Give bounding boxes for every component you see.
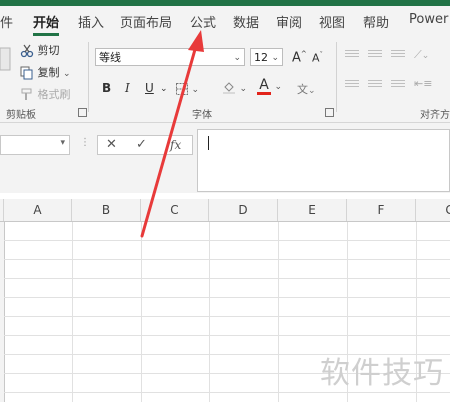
gridline	[4, 297, 450, 298]
gridline	[4, 259, 450, 260]
tab-help[interactable]: 帮助	[363, 12, 389, 31]
border-icon	[176, 83, 188, 95]
formula-bar-row: ▾ ⋮ ✕ ✓ fx	[0, 123, 450, 193]
tab-view[interactable]: 视图	[319, 12, 345, 31]
cancel-icon[interactable]: ✕	[106, 137, 117, 152]
gridline	[72, 222, 73, 402]
borders-button[interactable]: ⌄	[176, 82, 199, 95]
align-bottom-icon[interactable]	[391, 50, 405, 60]
group-separator	[88, 42, 89, 112]
column-header-a[interactable]: A	[4, 199, 72, 221]
gridline	[4, 316, 450, 317]
format-painter-label: 格式刷	[37, 88, 71, 101]
watermark-text: 软件技巧	[320, 356, 444, 391]
copy-label: 复制	[37, 66, 60, 79]
resize-handle-icon[interactable]: ⋮	[80, 137, 90, 148]
font-color-icon: A	[257, 78, 271, 95]
orientation-icon[interactable]: ⟋⌄	[414, 48, 429, 62]
brush-icon	[21, 88, 32, 100]
scissors-icon	[20, 44, 34, 58]
tab-formulas[interactable]: 公式	[190, 12, 216, 31]
align-center-icon[interactable]	[368, 80, 382, 90]
chevron-down-icon[interactable]: ⌄	[160, 84, 168, 94]
column-header-row: A B C D E F G	[0, 199, 450, 222]
alignment-group-label: 对齐方	[420, 110, 450, 121]
gridline	[4, 392, 450, 393]
font-name-value: 等线	[99, 51, 121, 64]
enter-icon[interactable]: ✓	[136, 137, 147, 152]
clipboard-group-label: 剪贴板	[6, 110, 36, 121]
gridline	[4, 240, 450, 241]
font-size-value: 12	[254, 51, 268, 64]
column-header-f[interactable]: F	[347, 199, 416, 221]
column-header-b[interactable]: B	[72, 199, 141, 221]
font-launcher-icon[interactable]	[325, 108, 334, 117]
column-header-g[interactable]: G	[416, 199, 450, 221]
gridline	[209, 222, 210, 402]
cut-label: 剪切	[37, 44, 60, 57]
chevron-down-icon: ⌄	[271, 53, 279, 63]
name-box[interactable]: ▾	[0, 135, 70, 155]
ribbon-tabs: 件 开始 插入 页面布局 公式 数据 审阅 视图 帮助 Power	[0, 6, 450, 36]
align-middle-icon[interactable]	[368, 50, 382, 60]
clipboard-launcher-icon[interactable]	[78, 108, 87, 117]
cut-button[interactable]: 剪切	[20, 42, 60, 58]
bold-button[interactable]: B	[102, 81, 111, 95]
align-top-icon[interactable]	[345, 50, 359, 60]
format-painter-button[interactable]: 格式刷	[20, 86, 71, 102]
paste-icon[interactable]	[0, 44, 12, 74]
font-color-button[interactable]: A ⌄	[257, 78, 282, 95]
gridline	[4, 278, 450, 279]
shrink-font-icon[interactable]: Aˇ	[312, 51, 323, 65]
font-name-combo[interactable]: 等线 ⌄	[95, 48, 245, 66]
column-header-c[interactable]: C	[141, 199, 209, 221]
align-right-icon[interactable]	[391, 80, 405, 90]
column-header-e[interactable]: E	[278, 199, 347, 221]
group-separator	[336, 42, 337, 112]
tab-page-layout[interactable]: 页面布局	[120, 12, 172, 31]
gridline	[4, 335, 450, 336]
indent-icon[interactable]: ⇤≡	[414, 77, 432, 90]
copy-button[interactable]: 复制 ⌄	[20, 64, 71, 80]
formula-input[interactable]	[197, 129, 450, 192]
grow-font-icon[interactable]: A^	[292, 50, 307, 65]
phonetic-icon[interactable]: 文⌄	[297, 81, 316, 97]
font-size-combo[interactable]: 12 ⌄	[250, 48, 283, 66]
align-left-icon[interactable]	[345, 80, 359, 90]
gridline	[141, 222, 142, 402]
copy-icon	[20, 66, 33, 80]
tab-insert[interactable]: 插入	[78, 12, 104, 31]
formula-buttons: ✕ ✓ fx	[97, 135, 193, 155]
row-header-column	[0, 222, 5, 402]
tab-data[interactable]: 数据	[233, 12, 259, 31]
italic-button[interactable]: I	[125, 81, 130, 95]
tab-review[interactable]: 审阅	[276, 12, 302, 31]
font-group-label: 字体	[192, 110, 212, 121]
tab-file[interactable]: 件	[0, 12, 13, 31]
text-caret	[208, 136, 209, 150]
chevron-down-icon: ▾	[60, 138, 65, 148]
fill-color-button[interactable]: ⌄	[222, 81, 247, 95]
column-header-d[interactable]: D	[209, 199, 278, 221]
insert-function-icon[interactable]: fx	[170, 138, 181, 152]
tab-power[interactable]: Power	[409, 12, 448, 27]
tab-home[interactable]: 开始	[33, 12, 59, 31]
underline-button[interactable]: U	[145, 81, 154, 95]
paint-bucket-icon	[223, 82, 235, 94]
chevron-down-icon: ⌄	[233, 53, 241, 63]
gridline	[278, 222, 279, 402]
ribbon-home: 剪切 复制 ⌄ 格式刷 剪贴板 等线 ⌄ 12 ⌄ A^ Aˇ B I U ⌄ …	[0, 36, 450, 123]
